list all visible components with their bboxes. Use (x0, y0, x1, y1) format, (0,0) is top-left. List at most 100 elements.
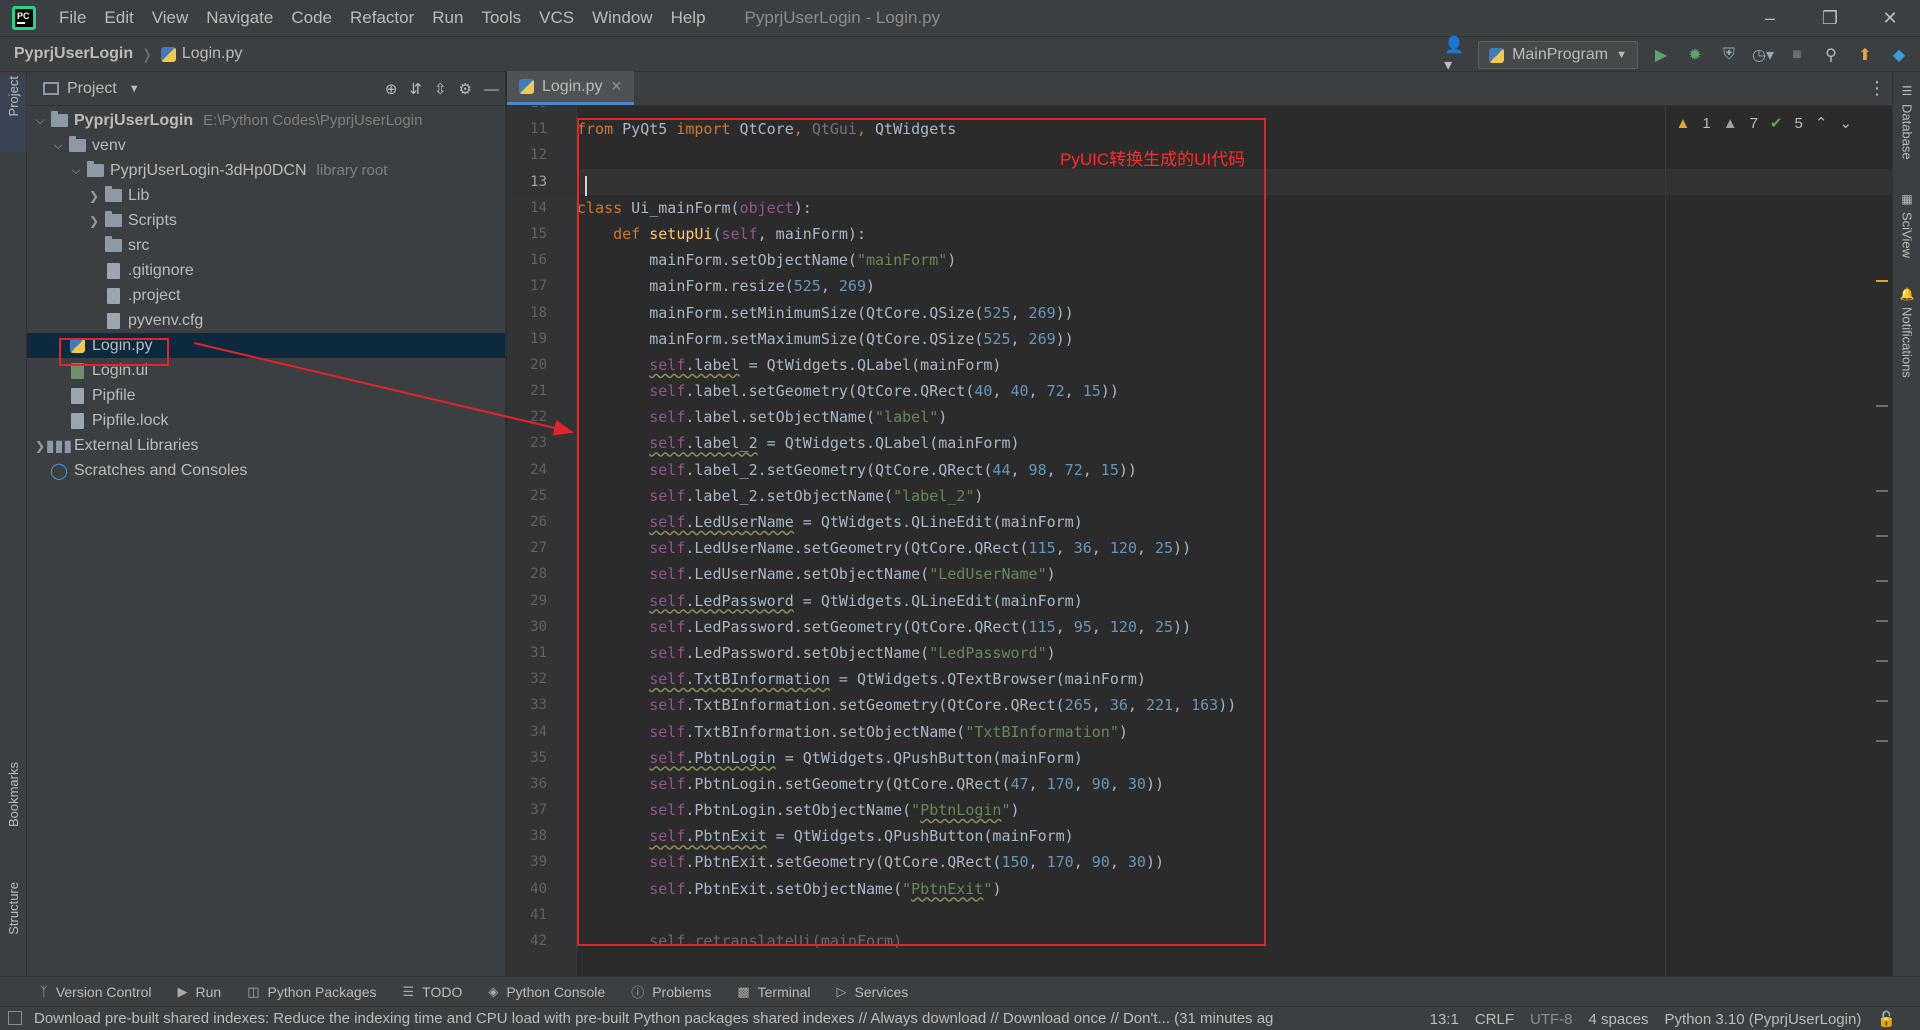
tool-tab-sciview[interactable]: ▦ SciView (1893, 192, 1920, 258)
tab-todo[interactable]: ☰ TODO (402, 984, 462, 1000)
line-number: 20 (530, 356, 547, 373)
stop-icon[interactable]: ■ (1786, 44, 1808, 66)
gear-icon[interactable]: ⚙ (459, 80, 472, 98)
folder-icon (49, 111, 69, 130)
project-panel-title[interactable]: Project (67, 80, 117, 98)
tree-item-lib[interactable]: ❯ Lib (27, 183, 505, 208)
tree-item-scratches[interactable]: ◯ Scratches and Consoles (27, 458, 505, 483)
menu-refactor[interactable]: Refactor (341, 0, 423, 36)
project-tree: ⌵ PyprjUserLogin E:\Python Codes\PyprjUs… (27, 106, 505, 483)
line-separator[interactable]: CRLF (1475, 1011, 1514, 1028)
tree-item-project-root[interactable]: ⌵ PyprjUserLogin E:\Python Codes\PyprjUs… (27, 108, 505, 133)
python-interpreter[interactable]: Python 3.10 (PyprjUserLogin) (1665, 1011, 1862, 1028)
menu-file[interactable]: File (50, 0, 95, 36)
status-toggle-icon[interactable] (8, 1011, 22, 1025)
menu-navigate[interactable]: Navigate (197, 0, 282, 36)
editor-tab-login-py[interactable]: Login.py ✕ (507, 71, 635, 105)
tree-item-gitignore[interactable]: .gitignore (27, 258, 505, 283)
chevron-down-icon[interactable]: ⌵ (67, 163, 85, 178)
more-icon[interactable]: ⋮ (1868, 78, 1886, 99)
services-icon: ▷ (836, 983, 847, 999)
tool-tab-database[interactable]: ☰ Database (1893, 84, 1920, 160)
branch-icon: ᛉ (40, 984, 48, 999)
chevron-down-icon[interactable]: ▼ (129, 83, 140, 95)
tool-tab-structure[interactable]: Structure (0, 882, 27, 962)
tab-run[interactable]: ▶ Run (178, 984, 222, 1000)
packages-icon: ◫ (247, 983, 260, 999)
search-icon[interactable]: ⚲ (1820, 44, 1842, 66)
tool-tab-notifications[interactable]: 🔔 Notifications (1893, 287, 1920, 378)
tab-problems[interactable]: ⓘ Problems (631, 982, 711, 1001)
menu-code[interactable]: Code (282, 0, 341, 36)
collapse-all-icon[interactable]: ⇳ (434, 80, 447, 98)
line-number: 42 (530, 933, 547, 949)
window-title: PyprjUserLogin - Login.py (744, 8, 941, 27)
coverage-icon[interactable]: ⛨ (1718, 44, 1740, 66)
code-lines: 10 11from PyQt5 import QtCore, QtGui, Qt… (507, 106, 1892, 954)
expand-all-icon[interactable]: ⇵ (409, 80, 422, 98)
code-editor[interactable]: ▲ 1 ▲ 7 ✔ 5 ⌃ ⌄ 10 11from PyQt5 import Q… (507, 106, 1892, 976)
plugin-icon[interactable]: ◆ (1888, 44, 1910, 66)
tab-python-packages[interactable]: ◫ Python Packages (247, 984, 376, 1000)
tree-item-pipfile[interactable]: Pipfile (27, 383, 505, 408)
breadcrumb-file[interactable]: Login.py (160, 45, 242, 63)
tree-item-path: E:\Python Codes\PyprjUserLogin (203, 112, 423, 129)
user-icon[interactable]: 👤▾ (1444, 37, 1466, 74)
menu-tools[interactable]: Tools (472, 0, 530, 36)
line-number: 10 (507, 106, 547, 116)
line-number: 34 (530, 723, 547, 740)
file-icon (67, 412, 87, 430)
pycharm-logo-icon: PC (12, 6, 36, 30)
tool-tab-bookmarks[interactable]: Bookmarks (0, 762, 27, 852)
restore-icon[interactable]: ❐ (1800, 0, 1860, 36)
lock-icon[interactable]: 🔓 (1877, 1010, 1896, 1028)
close-icon[interactable]: ✕ (1860, 0, 1920, 36)
caret-position[interactable]: 13:1 (1430, 1011, 1459, 1028)
menu-edit[interactable]: Edit (95, 0, 142, 36)
line-number: 28 (530, 566, 547, 583)
minimize-icon[interactable]: – (1740, 0, 1800, 36)
indent-setting[interactable]: 4 spaces (1589, 1011, 1649, 1028)
tool-tab-notifications-label: Notifications (1899, 307, 1915, 378)
status-message[interactable]: Download pre-built shared indexes: Reduc… (34, 1010, 1394, 1027)
tree-item-pipfile-lock[interactable]: Pipfile.lock (27, 408, 505, 433)
tab-services[interactable]: ▷ Services (837, 984, 909, 1000)
tree-item-venv[interactable]: ⌵ venv (27, 133, 505, 158)
run-icon[interactable]: ▶ (1650, 44, 1672, 66)
menu-help[interactable]: Help (662, 0, 715, 36)
close-tab-icon[interactable]: ✕ (611, 78, 623, 95)
tab-terminal[interactable]: ▩ Terminal (737, 984, 810, 1000)
line-number: 41 (530, 906, 547, 923)
tree-item-scripts[interactable]: ❯ Scripts (27, 208, 505, 233)
locate-icon[interactable]: ⊕ (385, 80, 398, 98)
code-line: 36 self.PbtnLogin.setGeometry(QtCore.QRe… (507, 771, 1892, 797)
hide-icon[interactable]: — (484, 81, 499, 98)
breadcrumb-project[interactable]: PyprjUserLogin (14, 45, 133, 63)
chevron-down-icon[interactable]: ⌵ (31, 113, 49, 128)
update-icon[interactable]: ⬆ (1854, 44, 1876, 66)
tree-item-src[interactable]: src (27, 233, 505, 258)
run-configuration-select[interactable]: MainProgram ▼ (1478, 41, 1638, 69)
code-line: 19 mainForm.setMaximumSize(QtCore.QSize(… (507, 326, 1892, 352)
menu-run[interactable]: Run (423, 0, 472, 36)
chevron-right-icon[interactable]: ❯ (85, 214, 103, 228)
file-encoding[interactable]: UTF-8 (1530, 1011, 1573, 1028)
line-number: 26 (530, 514, 547, 530)
tab-python-console[interactable]: ◈ Python Console (488, 984, 605, 1000)
chevron-down-icon[interactable]: ⌵ (49, 138, 67, 153)
tree-item-project-file[interactable]: .project (27, 283, 505, 308)
menu-view[interactable]: View (143, 0, 198, 36)
code-line: 32 self.TxtBInformation = QtWidgets.QTex… (507, 666, 1892, 692)
tree-item-library-root[interactable]: ⌵ PyprjUserLogin-3dHp0DCN library root (27, 158, 505, 183)
tree-item-pyvenv-cfg[interactable]: pyvenv.cfg (27, 308, 505, 333)
menu-vcs[interactable]: VCS (530, 0, 583, 36)
tool-tab-project[interactable]: Project (0, 76, 27, 152)
line-number: 36 (530, 775, 547, 792)
debug-icon[interactable]: ✹ (1684, 44, 1706, 66)
chevron-right-icon[interactable]: ❯ (85, 189, 103, 203)
tool-tab-structure-label: Structure (6, 882, 21, 935)
tab-version-control[interactable]: ᛉ Version Control (40, 984, 152, 1000)
tree-item-external-libraries[interactable]: ❯ ▮▮▮ External Libraries (27, 433, 505, 458)
menu-window[interactable]: Window (583, 0, 661, 36)
profile-icon[interactable]: ◷▾ (1752, 44, 1774, 66)
